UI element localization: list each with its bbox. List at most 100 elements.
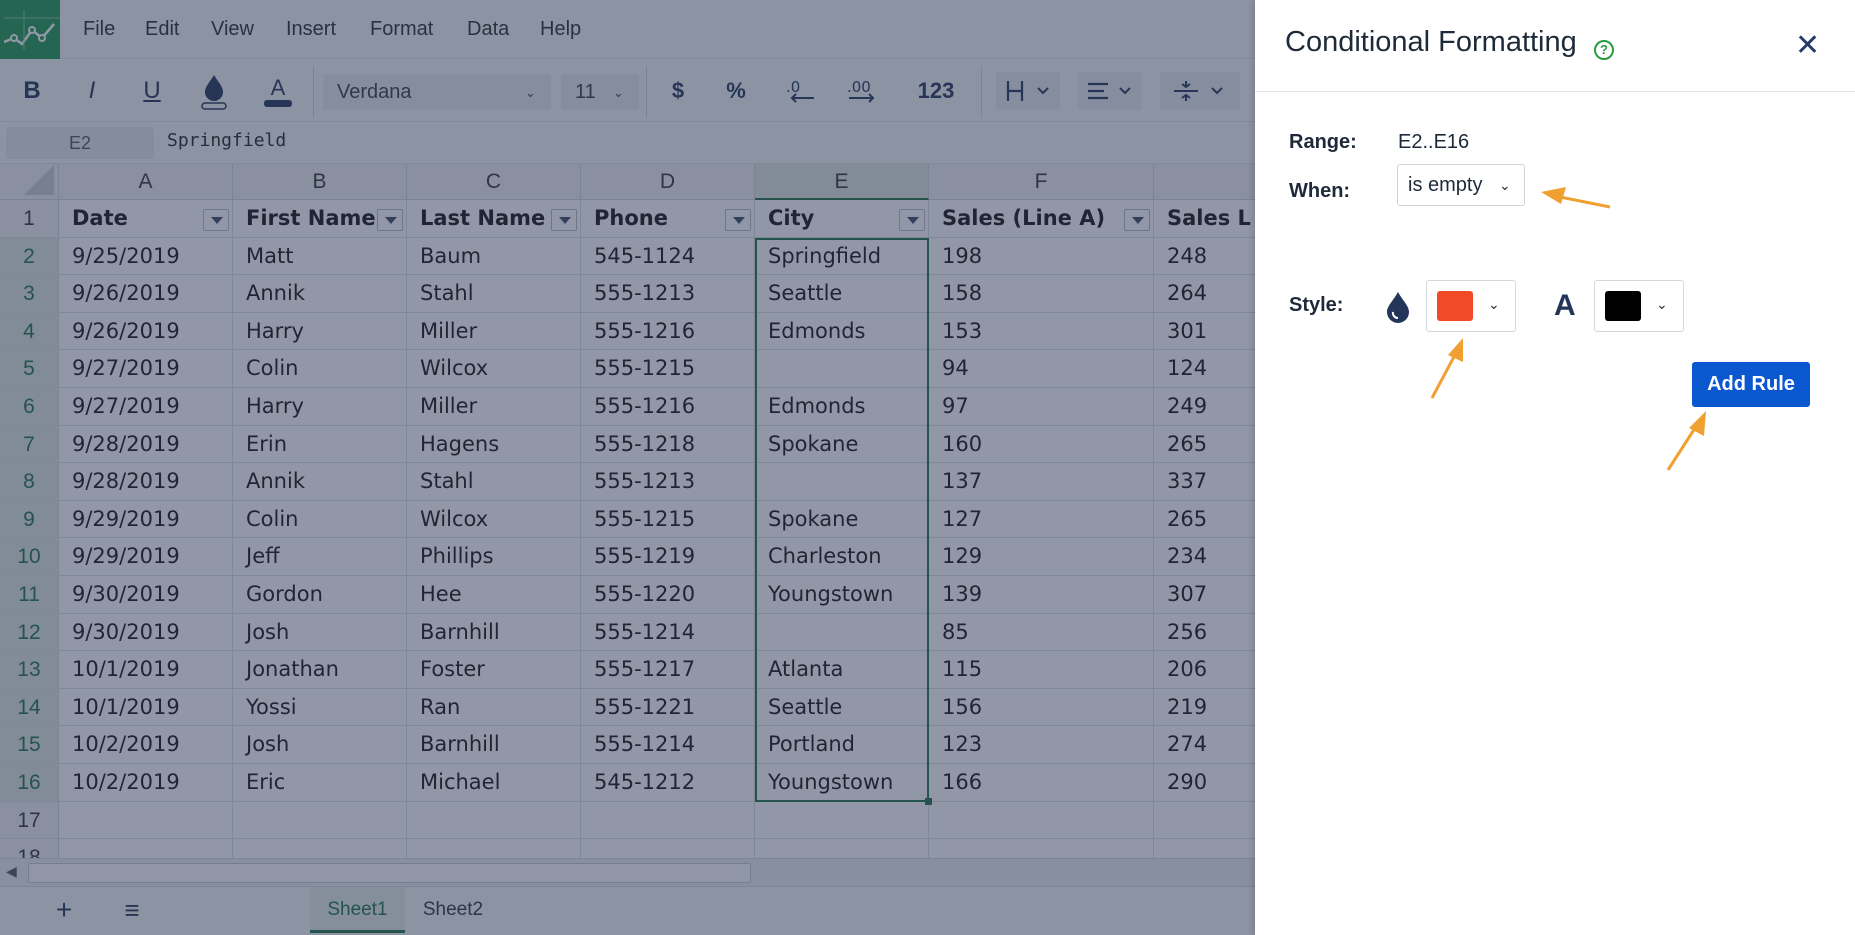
table-cell[interactable] [755,463,929,501]
table-cell[interactable]: 265 [1154,501,1255,539]
align-button[interactable] [1078,72,1142,110]
table-cell[interactable]: 156 [929,688,1154,727]
table-cell[interactable] [233,801,407,840]
table-cell[interactable]: 274 [1154,726,1255,764]
table-cell[interactable]: Seattle [755,275,929,313]
increase-decimal-button[interactable]: .00 [842,72,884,110]
table-cell[interactable]: 137 [929,463,1154,501]
column-header[interactable]: A [59,164,233,200]
column-header[interactable]: F [929,164,1154,200]
table-cell[interactable]: 127 [929,500,1154,539]
sheet-tab-sheet2[interactable]: Sheet2 [407,887,499,933]
table-cell[interactable]: Josh [233,613,407,652]
table-cell[interactable]: Miller [407,312,581,351]
table-cell[interactable]: 555-1219 [581,538,755,576]
row-header[interactable]: 16 [0,764,59,802]
table-cell[interactable]: 337 [1154,463,1255,501]
table-cell[interactable]: Phillips [407,538,581,576]
table-cell[interactable]: 555-1214 [581,726,755,764]
table-cell[interactable]: Miller [407,388,581,426]
table-cell[interactable]: 9/28/2019 [59,425,233,464]
menu-view[interactable]: View [211,18,254,41]
table-cell[interactable]: Seattle [755,688,929,727]
row-header[interactable]: 1 [0,200,59,238]
table-cell[interactable]: Portland [755,726,929,764]
table-cell[interactable]: Foster [407,651,581,689]
table-cell[interactable] [1154,802,1255,840]
row-header[interactable]: 5 [0,350,59,388]
table-cell[interactable]: 9/27/2019 [59,388,233,426]
table-cell[interactable]: 265 [1154,426,1255,464]
table-cell[interactable]: Edmonds [755,388,929,426]
table-cell[interactable]: 545-1124 [581,237,755,276]
table-cell[interactable]: 85 [929,613,1154,652]
table-cell[interactable]: Harry [233,312,407,351]
table-cell[interactable]: Charleston [755,538,929,576]
table-cell[interactable]: 10/1/2019 [59,688,233,727]
table-cell[interactable]: 124 [1154,350,1255,388]
column-header[interactable]: E [755,164,929,200]
add-rule-button[interactable]: Add Rule [1692,362,1810,407]
table-cell[interactable]: Edmonds [755,312,929,351]
table-cell[interactable]: 153 [929,312,1154,351]
table-cell[interactable]: 97 [929,388,1154,426]
table-cell[interactable]: Matt [233,237,407,276]
column-header[interactable]: D [581,164,755,200]
table-cell[interactable]: 160 [929,425,1154,464]
vertical-align-button[interactable] [1160,72,1240,110]
table-cell[interactable]: 9/25/2019 [59,237,233,276]
table-cell[interactable]: 264 [1154,275,1255,313]
table-cell[interactable]: Spokane [755,425,929,464]
menu-edit[interactable]: Edit [145,18,179,41]
table-cell[interactable]: 301 [1154,313,1255,351]
table-cell[interactable]: 555-1221 [581,688,755,727]
number-format-button[interactable]: 123 [906,72,966,110]
menu-insert[interactable]: Insert [286,18,336,41]
table-cell[interactable]: Annik [233,275,407,313]
table-cell[interactable]: Hagens [407,425,581,464]
table-cell[interactable]: 94 [929,350,1154,388]
table-cell[interactable]: 555-1217 [581,651,755,689]
table-cell[interactable]: 166 [929,764,1154,802]
font-color-picker[interactable]: ⌄ [1594,280,1684,332]
table-cell[interactable]: Yossi [233,688,407,727]
underline-button[interactable]: U [134,72,170,110]
table-cell[interactable]: Annik [233,463,407,501]
table-cell[interactable]: 555-1215 [581,350,755,388]
table-cell[interactable] [59,801,233,840]
table-cell[interactable]: 129 [929,538,1154,576]
table-cell[interactable] [581,801,755,840]
cell-reference-box[interactable]: E2 [6,127,154,159]
table-cell[interactable]: 256 [1154,614,1255,652]
table-cell[interactable] [929,801,1154,840]
filter-dropdown-button[interactable] [1124,209,1150,231]
table-cell[interactable]: Jonathan [233,651,407,689]
percent-button[interactable]: % [718,72,754,110]
table-header-cell[interactable]: Sales L [1154,200,1255,238]
table-cell[interactable]: Eric [233,764,407,802]
table-cell[interactable]: 9/26/2019 [59,275,233,313]
select-all-corner[interactable] [0,164,59,200]
filter-dropdown-button[interactable] [899,209,925,231]
fill-color-picker[interactable]: ⌄ [1426,280,1516,332]
bold-button[interactable]: B [14,72,50,110]
table-cell[interactable]: Harry [233,388,407,426]
table-cell[interactable]: 555-1216 [581,388,755,426]
table-cell[interactable]: Stahl [407,275,581,313]
help-icon[interactable]: ? [1594,40,1614,60]
row-header[interactable]: 14 [0,688,59,727]
table-cell[interactable]: 248 [1154,238,1255,276]
table-cell[interactable]: Barnhill [407,726,581,764]
table-cell[interactable]: Hee [407,576,581,614]
fill-handle[interactable] [925,797,932,805]
row-header[interactable]: 17 [0,801,59,840]
condition-select[interactable]: is empty ⌄ [1397,164,1525,206]
table-cell[interactable]: 555-1214 [581,613,755,652]
menu-file[interactable]: File [83,18,115,41]
table-cell[interactable]: Spokane [755,500,929,539]
table-cell[interactable]: 115 [929,651,1154,689]
table-cell[interactable]: 307 [1154,576,1255,614]
currency-button[interactable]: $ [660,72,696,110]
table-cell[interactable]: 9/30/2019 [59,576,233,614]
table-cell[interactable]: 123 [929,726,1154,764]
